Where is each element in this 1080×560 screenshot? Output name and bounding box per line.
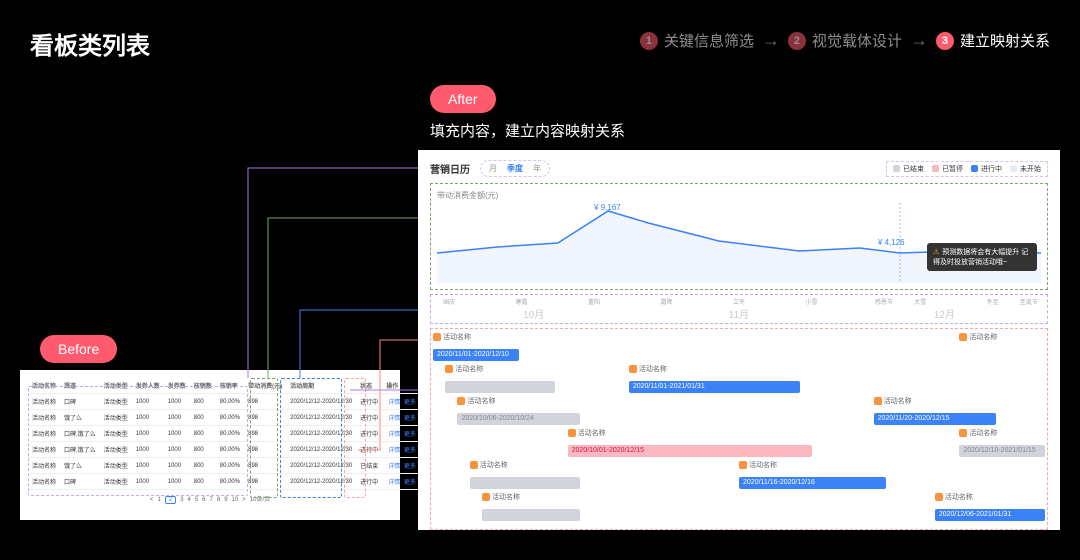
before-panel: 活动名称渠道活动类型发券人数发券数核销数核销率带动消费(元)活动周期状态操作 活…: [20, 370, 400, 520]
highlight-purple: [28, 386, 248, 496]
line-chart: ¥ 9,167 ¥ 4,126 预测数据将会有大幅提升 记得及时投放营销活动哦~: [437, 203, 1041, 283]
step-3: 3建立映射关系: [936, 30, 1050, 51]
gantt-container: 活动名称活动名称2020/11/01-2020/12/10活动名称活动名称202…: [430, 328, 1048, 530]
chart-tooltip: 预测数据将会有大幅提升 记得及时投放营销活动哦~: [927, 243, 1037, 271]
time-tabs[interactable]: 月 季度 年: [480, 160, 550, 177]
before-badge: Before: [40, 335, 117, 363]
highlight-blue: [280, 378, 342, 498]
chart-peak-label: ¥ 9,167: [594, 203, 621, 212]
after-panel: 营销日历 月 季度 年 已结束已暂停进行中未开始 带动消费金额(元) ¥ 9,1…: [418, 150, 1060, 530]
chart-container: 带动消费金额(元) ¥ 9,167 ¥ 4,126 预测数据将会有大幅提升 记得…: [430, 183, 1048, 290]
highlight-pink: [344, 378, 366, 498]
step-1: 1关键信息筛选: [640, 30, 754, 51]
highlight-green: [250, 378, 278, 498]
timeline-axis: 国庆寒露重阳霜降立冬小雪感恩节大雪冬至圣诞节 10月 11月 12月: [430, 294, 1048, 324]
step-indicator: 1关键信息筛选 → 2视觉载体设计 → 3建立映射关系: [640, 30, 1050, 51]
subtitle: 填充内容，建立内容映射关系: [430, 120, 625, 141]
page-title: 看板类列表: [30, 26, 150, 61]
legend: 已结束已暂停进行中未开始: [886, 161, 1048, 177]
step-2: 2视觉载体设计: [788, 30, 902, 51]
chart-peak-label: ¥ 4,126: [878, 238, 905, 247]
chart-title: 带动消费金额(元): [437, 190, 1041, 201]
calendar-title: 营销日历: [430, 161, 470, 176]
arrow-icon: →: [762, 30, 780, 51]
arrow-icon: →: [910, 30, 928, 51]
after-badge: After: [430, 85, 496, 113]
